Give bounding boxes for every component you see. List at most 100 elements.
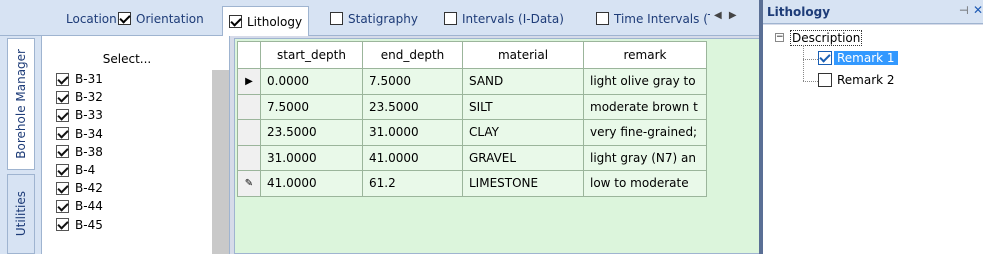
- borehole-checkbox[interactable]: [56, 163, 69, 177]
- column-header[interactable]: end_depth: [362, 41, 463, 69]
- table-cell[interactable]: very fine-grained;: [583, 119, 707, 146]
- select-button[interactable]: Select...: [42, 48, 212, 70]
- table-cell[interactable]: 7.5000: [260, 93, 363, 120]
- table-cell[interactable]: 41.0000: [362, 144, 463, 171]
- close-icon[interactable]: ✕: [973, 3, 983, 17]
- tab-checkbox[interactable]: [444, 12, 457, 25]
- table-cell[interactable]: 31.0000: [260, 144, 363, 171]
- list-item[interactable]: B-34: [56, 125, 103, 143]
- tree-connector: [803, 45, 804, 81]
- borehole-label: B-42: [75, 181, 103, 196]
- table-cell[interactable]: 7.5000: [362, 68, 463, 95]
- tab-scroll-left-icon[interactable]: ◀: [714, 10, 722, 21]
- table-row[interactable]: 31.0000 41.0000 GRAVEL light gray (N7) an: [237, 144, 707, 171]
- tree-item[interactable]: Remark 1: [818, 51, 898, 65]
- tab-checkbox[interactable]: [118, 12, 131, 25]
- table-cell[interactable]: light gray (N7) an: [583, 144, 707, 171]
- row-selector[interactable]: [237, 93, 261, 120]
- collapse-icon[interactable]: −: [775, 33, 784, 42]
- tab-checkbox[interactable]: [330, 12, 343, 25]
- table-row[interactable]: 23.5000 31.0000 CLAY very fine-grained;: [237, 119, 707, 146]
- borehole-list-panel: Select... B-31 B-32 B-33 B-34 B-38 B-4 B-42 B-4…: [42, 36, 230, 254]
- table-cell[interactable]: 31.0000: [362, 119, 463, 146]
- borehole-label: B-45: [75, 217, 103, 232]
- tab-time-intervals[interactable]: Time Intervals (T: [590, 7, 710, 30]
- borehole-checkbox[interactable]: [56, 145, 69, 159]
- borehole-checkbox[interactable]: [56, 199, 69, 213]
- tree-connector: [803, 59, 818, 60]
- column-header[interactable]: remark: [583, 41, 707, 69]
- borehole-checkbox[interactable]: [56, 72, 69, 86]
- tree-item[interactable]: Remark 2: [818, 73, 898, 87]
- list-item[interactable]: B-31: [56, 70, 103, 88]
- table-cell[interactable]: 41.0000: [260, 170, 363, 197]
- table-cell[interactable]: SAND: [462, 68, 584, 95]
- table-cell[interactable]: LIMESTONE: [462, 170, 584, 197]
- side-tab-utilities[interactable]: Utilities: [7, 174, 35, 254]
- tab-intervals[interactable]: Intervals (I-Data): [438, 7, 570, 30]
- list-item[interactable]: B-38: [56, 143, 103, 161]
- tree-item-checkbox[interactable]: [818, 51, 832, 65]
- list-item[interactable]: B-4: [56, 161, 103, 179]
- list-item[interactable]: B-45: [56, 216, 103, 234]
- list-item[interactable]: B-33: [56, 106, 103, 124]
- tree-connector: [803, 81, 818, 82]
- borehole-label: B-4: [75, 163, 96, 178]
- tree-item-label: Remark 2: [837, 73, 895, 87]
- grid-body: ▶ 0.0000 7.5000 SAND light olive gray to 7.50…: [237, 68, 707, 197]
- borehole-checkbox[interactable]: [56, 218, 69, 232]
- tab-checkbox[interactable]: [596, 12, 609, 25]
- tab-orientation[interactable]: Orientation: [112, 7, 210, 30]
- row-selector[interactable]: [237, 119, 261, 146]
- table-row[interactable]: ▶ 0.0000 7.5000 SAND light olive gray to: [237, 68, 707, 95]
- borehole-checkbox[interactable]: [56, 90, 69, 104]
- table-cell[interactable]: 23.5000: [260, 119, 363, 146]
- side-tab-label: Utilities: [14, 191, 28, 237]
- borehole-list: B-31 B-32 B-33 B-34 B-38 B-4 B-42 B-44 B-45: [56, 70, 103, 234]
- tree-root-description[interactable]: Description: [790, 30, 863, 46]
- tree-item-checkbox[interactable]: [818, 73, 832, 87]
- table-cell[interactable]: 0.0000: [260, 68, 363, 95]
- table-cell[interactable]: CLAY: [462, 119, 584, 146]
- table-cell[interactable]: SILT: [462, 93, 584, 120]
- pin-icon[interactable]: ⊣: [959, 4, 969, 17]
- list-item[interactable]: B-44: [56, 197, 103, 215]
- column-header[interactable]: start_depth: [260, 41, 363, 69]
- borehole-checkbox[interactable]: [56, 181, 69, 195]
- tab-checkbox[interactable]: [229, 15, 242, 28]
- table-cell[interactable]: moderate brown t: [583, 93, 707, 120]
- list-scrollbar[interactable]: [212, 70, 229, 254]
- borehole-label: B-32: [75, 90, 103, 105]
- table-cell[interactable]: low to moderate: [583, 170, 707, 197]
- borehole-label: B-34: [75, 126, 103, 141]
- table-row[interactable]: 7.5000 23.5000 SILT moderate brown t: [237, 93, 707, 120]
- list-item[interactable]: B-42: [56, 179, 103, 197]
- tab-strip: Location Orientation Lithology Statigrap…: [0, 0, 760, 36]
- table-cell[interactable]: GRAVEL: [462, 144, 584, 171]
- list-item[interactable]: B-32: [56, 88, 103, 106]
- borehole-checkbox[interactable]: [56, 108, 69, 122]
- borehole-label: B-44: [75, 199, 103, 214]
- tab-label: Lithology: [247, 14, 303, 29]
- borehole-label: B-38: [75, 144, 103, 159]
- table-cell[interactable]: 23.5000: [362, 93, 463, 120]
- side-tab-strip: Borehole Manager Utilities: [0, 36, 42, 254]
- side-tab-label: Borehole Manager: [14, 49, 28, 159]
- tab-lithology[interactable]: Lithology: [222, 6, 310, 36]
- borehole-label: B-33: [75, 108, 103, 123]
- header-row: start_depth end_depth material remark: [237, 41, 707, 69]
- edit-row-icon[interactable]: ✎: [237, 170, 261, 197]
- data-table: start_depth end_depth material remark ▶ 0…: [237, 41, 707, 197]
- row-selector[interactable]: [237, 144, 261, 171]
- side-tab-borehole-manager[interactable]: Borehole Manager: [7, 38, 35, 170]
- tab-scroll-right-icon[interactable]: ▶: [729, 10, 737, 21]
- panel-title: Lithology: [767, 4, 831, 19]
- table-cell[interactable]: light olive gray to: [583, 68, 707, 95]
- column-header[interactable]: material: [462, 41, 584, 69]
- table-row[interactable]: ✎ 41.0000 61.2 LIMESTONE low to moderate: [237, 170, 707, 197]
- tab-scroll-arrows: ◀ ▶: [712, 10, 739, 21]
- tab-statigraphy[interactable]: Statigraphy: [324, 7, 424, 30]
- table-cell[interactable]: 61.2: [362, 170, 463, 197]
- current-row-icon[interactable]: ▶: [237, 68, 261, 95]
- borehole-checkbox[interactable]: [56, 127, 69, 141]
